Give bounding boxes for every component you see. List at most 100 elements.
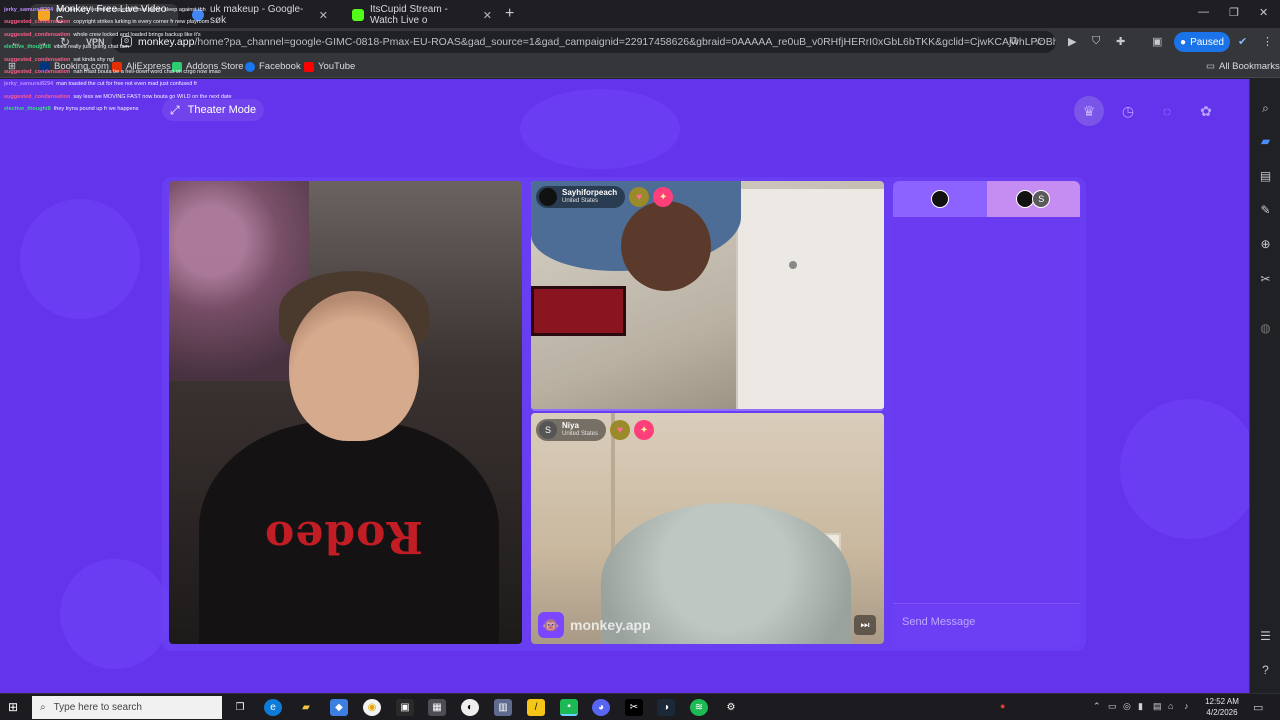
chat-username: jerky_samurai8294 [4, 81, 54, 88]
taskbar-clock[interactable]: 12:52 AM 4/2/2026 [1200, 696, 1244, 718]
peer-name: Sayhiforpeach [562, 188, 618, 197]
app-icon[interactable]: ▣ [396, 699, 414, 716]
menu-kebab-icon[interactable]: ⋮ [1262, 35, 1273, 48]
notes-icon[interactable]: ✎ [1258, 203, 1273, 218]
capcut-icon[interactable]: ✂ [625, 699, 643, 716]
notifications-icon[interactable]: ▭ [1253, 701, 1263, 714]
overlay-chat-line: elective_thought8 they tryna pound up fr … [4, 103, 264, 115]
help-icon[interactable]: ? [1258, 663, 1273, 678]
network-icon[interactable]: ⌂ [1168, 701, 1173, 711]
app-icon[interactable]: ▥ [494, 699, 512, 716]
taskbar-search-placeholder: Type here to search [53, 702, 142, 713]
chat-username: suggested_condensation [4, 19, 71, 26]
clock-icon[interactable]: ◷ [1113, 96, 1143, 126]
messenger-icon[interactable]: ▰ [1258, 134, 1273, 149]
settings-gear-icon[interactable]: ⚙ [722, 699, 740, 716]
chat-message: they tryna pound up fr we happens [53, 106, 139, 113]
bookmark-label: YouTube [318, 61, 356, 72]
tools-icon[interactable]: ✂ [1258, 272, 1273, 287]
store-icon[interactable]: ◆ [330, 699, 348, 716]
profile-paused-button[interactable]: ● Paused [1174, 32, 1230, 52]
video-scene [289, 291, 419, 441]
app-icon[interactable]: / [527, 699, 545, 716]
peer-info: Sayhiforpeach United States [536, 186, 626, 208]
peer-namecard[interactable]: S Niya United States ♥ ✦ [536, 419, 655, 441]
extension-shield-icon[interactable]: ⛉ [1092, 35, 1100, 48]
notification-dot-icon[interactable]: ● [1000, 701, 1005, 711]
chat-username: suggested_condensation [4, 93, 71, 100]
chat-username: suggested_condensation [4, 56, 71, 63]
chat-tab-peer-1[interactable] [893, 181, 987, 217]
windows-start-icon[interactable]: ⊞ [8, 700, 22, 714]
browser-side-panel: ⌕ ▰ ▤ ✎ ⊕ ✂ ◍ ☰ ? [1249, 79, 1280, 693]
minimize-icon[interactable]: — [1198, 6, 1209, 18]
gift-icon[interactable]: ✿ [1191, 96, 1221, 126]
bookmark-label: Facebook [259, 61, 301, 72]
tab-close-icon[interactable]: ✕ [483, 9, 492, 22]
clock-date: 4/2/2026 [1206, 708, 1238, 717]
chat-message: now they worried bout copyright lmao nev… [56, 7, 206, 13]
send-message-input[interactable]: Send Message [893, 603, 1080, 647]
microphone-icon[interactable]: ▮ [1138, 701, 1143, 712]
install-app-icon[interactable]: ⧉ [1010, 35, 1018, 48]
chat-tab-group[interactable]: S [986, 181, 1080, 217]
file-explorer-icon[interactable]: ▰ [297, 699, 315, 716]
tray-icon[interactable]: ▭ [1108, 701, 1117, 712]
app-icon[interactable]: ▦ [428, 699, 446, 716]
crown-icon[interactable]: ♛ [1074, 96, 1104, 126]
clock-time: 12:52 AM [1205, 697, 1239, 706]
steam-icon[interactable]: ◑ [657, 699, 675, 716]
obs-icon[interactable]: ◐ [461, 699, 479, 716]
extension-media-icon[interactable]: ▶ [1068, 35, 1076, 48]
all-bookmarks-button[interactable]: ▭ All Bookmarks [1206, 61, 1280, 72]
taskbar-search[interactable]: ⌕ Type here to search [32, 696, 222, 719]
overlay-chat-line: suggested_condensation nah frfast bouta b… [4, 66, 264, 78]
chat-message: sat kinda shy ngl [73, 56, 115, 63]
customize-icon[interactable]: ☰ [1258, 629, 1273, 644]
peer-video-top: Sayhiforpeach United States ♥ ✦ [531, 181, 884, 411]
gamepad-icon[interactable]: ⊕ [1258, 237, 1273, 252]
tab-title: ItsCupid Stream - Watch Live o [370, 4, 448, 26]
ai-icon[interactable]: ◍ [1258, 321, 1273, 336]
task-view-icon[interactable]: ❐ [231, 699, 249, 716]
bookmark-star-icon[interactable]: ☆ [1034, 35, 1044, 48]
tray-chevron-icon[interactable]: ⌃ [1093, 701, 1101, 712]
bookmark-youtube[interactable]: YouTube [304, 61, 355, 72]
new-tab-plus-icon[interactable]: + [505, 5, 514, 23]
edge-icon[interactable]: e [264, 699, 282, 716]
tray-icon[interactable]: ◎ [1123, 701, 1131, 712]
app-icon[interactable]: ▪ [560, 699, 578, 716]
avatar [930, 190, 949, 208]
extensions-puzzle-icon[interactable]: ✚ [1116, 35, 1125, 48]
spotify-icon[interactable]: ≋ [690, 699, 708, 716]
password-manager-icon[interactable]: ✔ [1238, 35, 1247, 48]
tab-close-icon[interactable]: ✕ [319, 9, 328, 22]
chat-icon[interactable]: ◌ [1152, 96, 1182, 126]
monkey-watermark: 🐵 monkey.app [538, 612, 651, 638]
chrome-icon[interactable]: ◉ [363, 699, 381, 716]
url-path: /home?pa_channel=google-GIMC-0818-Pmax-E… [194, 36, 1056, 48]
side-panel-icon[interactable]: ▣ [1152, 35, 1162, 48]
chat-message: copyright strikes lurking in every corne… [73, 19, 210, 26]
self-video: Rodeo [169, 181, 522, 644]
peer-namecard[interactable]: Sayhiforpeach United States ♥ ✦ [536, 186, 674, 208]
discord-icon[interactable]: ◕ [592, 699, 610, 716]
background-blob [20, 199, 140, 319]
volume-icon[interactable]: ♪ [1184, 701, 1189, 711]
reading-list-icon[interactable]: ▤ [1258, 169, 1273, 184]
tray-icon[interactable]: ▤ [1153, 701, 1162, 712]
search-icon[interactable]: ⌕ [1258, 101, 1273, 116]
overlay-chat-line: suggested_condensation sat kinda shy ngl [4, 54, 264, 66]
avatar [539, 188, 557, 206]
peer-name: Niya [562, 421, 579, 430]
video-chat-stage: Rodeo Sayhiforpeach United States ♥ ✦ S … [162, 177, 1086, 651]
skip-next-button[interactable]: ⏭ [854, 615, 876, 635]
stream-chat-overlay: jerky_samurai8294 now they worried bout c… [4, 4, 264, 116]
maximize-icon[interactable]: ❐ [1229, 6, 1239, 19]
youtube-icon [304, 61, 314, 72]
tab-kick-stream[interactable]: ItsCupid Stream - Watch Live o ✕ [344, 4, 500, 26]
chat-username: elective_thought8 [4, 106, 51, 113]
gift-badge-icon: ✦ [634, 420, 655, 440]
close-window-icon[interactable]: ✕ [1259, 6, 1268, 19]
video-scene [736, 189, 884, 409]
